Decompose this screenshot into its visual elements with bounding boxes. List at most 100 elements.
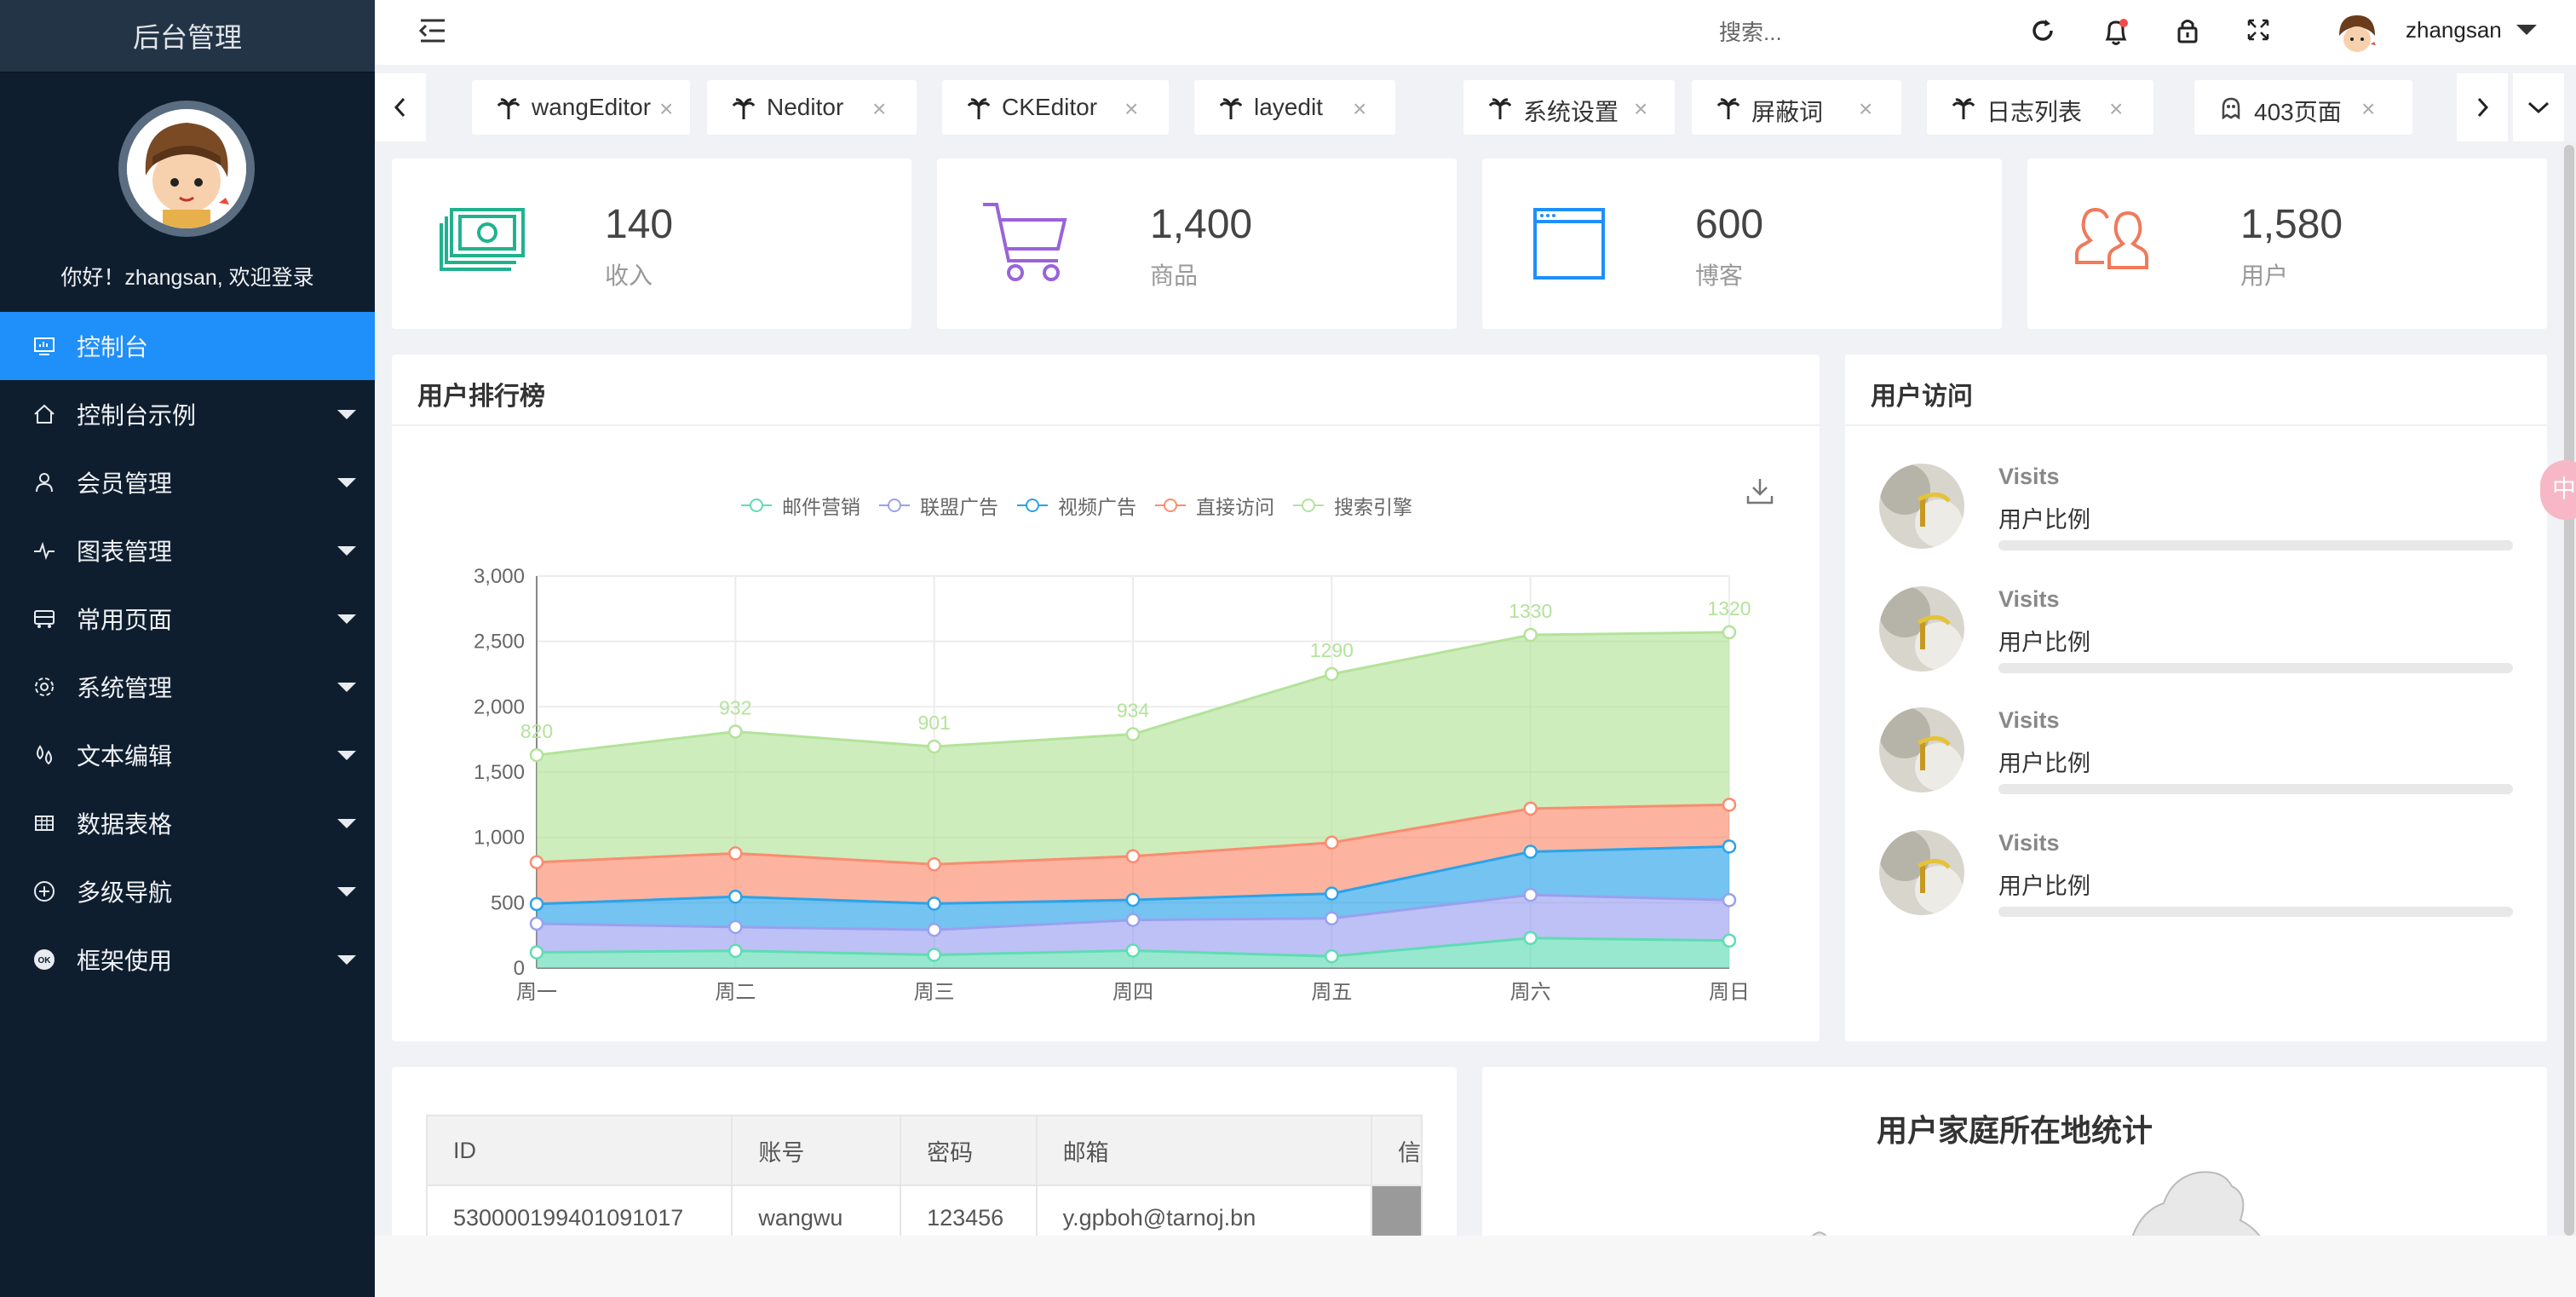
stat-card-users[interactable]: 1,580 用户 — [2027, 159, 2547, 329]
user-avatar[interactable] — [2334, 10, 2380, 56]
menu-toggle-icon[interactable] — [417, 15, 448, 46]
table-header-row: ID 账号 密码 邮箱 信 — [425, 1115, 1423, 1186]
data-point — [1523, 887, 1538, 902]
legend-item[interactable]: 邮件营销 — [741, 491, 860, 520]
tab-wangeditor[interactable]: wangEditor × — [472, 80, 690, 135]
legend-item[interactable]: 直接访问 — [1155, 491, 1274, 520]
stat-label: 商品 — [1150, 262, 1199, 289]
sidebar-item-text-edit[interactable]: 文本编辑 — [0, 721, 375, 789]
legend-item[interactable]: 视频广告 — [1017, 491, 1136, 520]
tab-403-page[interactable]: 403页面 × — [2194, 80, 2412, 135]
sidebar-item-framework[interactable]: OK 框架使用 — [0, 925, 375, 994]
app-logo[interactable]: 后台管理 — [0, 0, 375, 73]
column-header[interactable]: 账号 — [731, 1115, 902, 1186]
column-header[interactable]: 信 — [1370, 1115, 1423, 1186]
sidebar-item-system[interactable]: 系统管理 — [0, 653, 375, 721]
tab-blocked-words[interactable]: 屏蔽词 × — [1692, 80, 1901, 135]
column-header[interactable]: ID — [425, 1115, 733, 1186]
svg-text:OK: OK — [38, 956, 52, 966]
avatar[interactable] — [118, 101, 255, 237]
sidebar-item-label: 多级导航 — [77, 879, 173, 906]
floating-language-button[interactable]: 中 — [2540, 460, 2576, 520]
card-title: 用户排行榜 — [417, 383, 545, 411]
data-point — [927, 948, 941, 962]
data-label: 932 — [719, 696, 751, 718]
y-tick-label: 0 — [514, 957, 525, 980]
legend-item[interactable]: 搜索引擎 — [1293, 491, 1412, 520]
close-icon[interactable]: × — [1353, 95, 1366, 123]
tab-system-settings[interactable]: 系统设置 × — [1463, 80, 1675, 135]
sidebar-item-label: 控制台示例 — [77, 402, 197, 429]
data-point — [529, 945, 544, 960]
chevron-down-icon — [337, 614, 356, 624]
sidebar-item-data-table[interactable]: 数据表格 — [0, 789, 375, 857]
chevron-down-icon — [337, 887, 356, 896]
close-icon[interactable]: × — [1124, 95, 1138, 123]
table-row[interactable]: 530000199401091017 wangwu 123456 y.gpboh… — [425, 1185, 1423, 1236]
sidebar-item-console[interactable]: 控制台 — [0, 312, 375, 380]
sidebar-menu: 控制台 控制台示例 会员管理 图表管理 常用页面 系统管理 文本编辑 数据表格 … — [0, 312, 375, 994]
page-scrollbar-thumb[interactable] — [2564, 145, 2574, 1236]
table-icon — [35, 816, 54, 831]
sidebar-item-charts[interactable]: 图表管理 — [0, 516, 375, 585]
legend-marker — [879, 499, 910, 512]
data-point — [1125, 943, 1141, 958]
legend-item[interactable]: 联盟广告 — [879, 491, 998, 520]
footer-bar — [375, 1236, 2576, 1297]
stat-card-blogs[interactable]: 600 博客 — [1482, 159, 2002, 329]
close-icon[interactable]: × — [659, 95, 673, 123]
lock-icon[interactable] — [2172, 15, 2203, 46]
sidebar-item-members[interactable]: 会员管理 — [0, 448, 375, 516]
sidebar-item-multi-nav[interactable]: 多级导航 — [0, 857, 375, 925]
sidebar-item-pages[interactable]: 常用页面 — [0, 585, 375, 653]
close-icon[interactable]: × — [872, 95, 886, 123]
progress-bar — [1998, 907, 2513, 917]
china-map[interactable] — [1806, 1161, 2419, 1236]
table-cell: wangwu — [731, 1185, 902, 1236]
sidebar-item-console-examples[interactable]: 控制台示例 — [0, 380, 375, 448]
data-point — [728, 846, 743, 861]
sidebar: 后台管理 你好！zhangsan, 欢迎登录 控制台 控制台示例 会员管理 图表… — [0, 0, 375, 1297]
stat-label: 博客 — [1695, 262, 1744, 289]
data-point — [529, 747, 544, 763]
download-icon[interactable] — [1745, 476, 1775, 506]
close-icon[interactable]: × — [1859, 95, 1872, 123]
tab-ckeditor[interactable]: CKEditor × — [942, 80, 1169, 135]
close-icon[interactable]: × — [1634, 95, 1647, 123]
close-icon[interactable]: × — [2361, 95, 2375, 123]
money-icon — [440, 208, 525, 271]
username-label[interactable]: zhangsan — [2406, 17, 2502, 43]
chevron-left-icon — [394, 97, 405, 118]
tabs-bar: wangEditor × Neditor × CKEditor × layedi… — [375, 73, 2576, 141]
column-header[interactable]: 邮箱 — [1035, 1115, 1372, 1186]
data-point — [1325, 835, 1339, 850]
close-icon[interactable]: × — [2109, 95, 2123, 123]
palm-tree-icon — [1952, 98, 1975, 119]
data-point — [728, 943, 743, 959]
table-scrollbar[interactable] — [1370, 1185, 1423, 1236]
x-tick-label: 周一 — [516, 981, 557, 1004]
tab-layedit[interactable]: layedit × — [1194, 80, 1395, 135]
chevron-down-icon — [337, 410, 356, 419]
tab-neditor[interactable]: Neditor × — [707, 80, 917, 135]
chevron-down-icon — [337, 683, 356, 692]
stat-value: 1,580 — [2240, 202, 2343, 247]
stat-card-income[interactable]: 140 收入 — [392, 159, 911, 329]
tabs-menu-button[interactable] — [2513, 73, 2564, 141]
data-label: 901 — [917, 712, 950, 734]
search-input[interactable] — [1719, 17, 1889, 48]
column-header[interactable]: 密码 — [900, 1115, 1038, 1186]
map-title: 用户家庭所在地统计 — [1876, 1113, 2153, 1148]
y-tick-label: 3,000 — [474, 565, 525, 588]
tabs-scroll-left-button[interactable] — [375, 73, 426, 141]
fullscreen-icon[interactable] — [2244, 15, 2273, 44]
user-dropdown-caret-icon[interactable] — [2516, 25, 2537, 35]
tab-log-list[interactable]: 日志列表 × — [1927, 80, 2153, 135]
notification-bell-icon[interactable] — [2101, 15, 2131, 48]
card-title: 用户访问 — [1871, 383, 1973, 411]
tabs-scroll-right-button[interactable] — [2457, 73, 2508, 141]
ghost-icon — [2222, 97, 2240, 119]
stat-card-products[interactable]: 1,400 商品 — [937, 159, 1457, 329]
sidebar-item-label: 控制台 — [77, 334, 149, 360]
refresh-icon[interactable] — [2027, 15, 2058, 46]
